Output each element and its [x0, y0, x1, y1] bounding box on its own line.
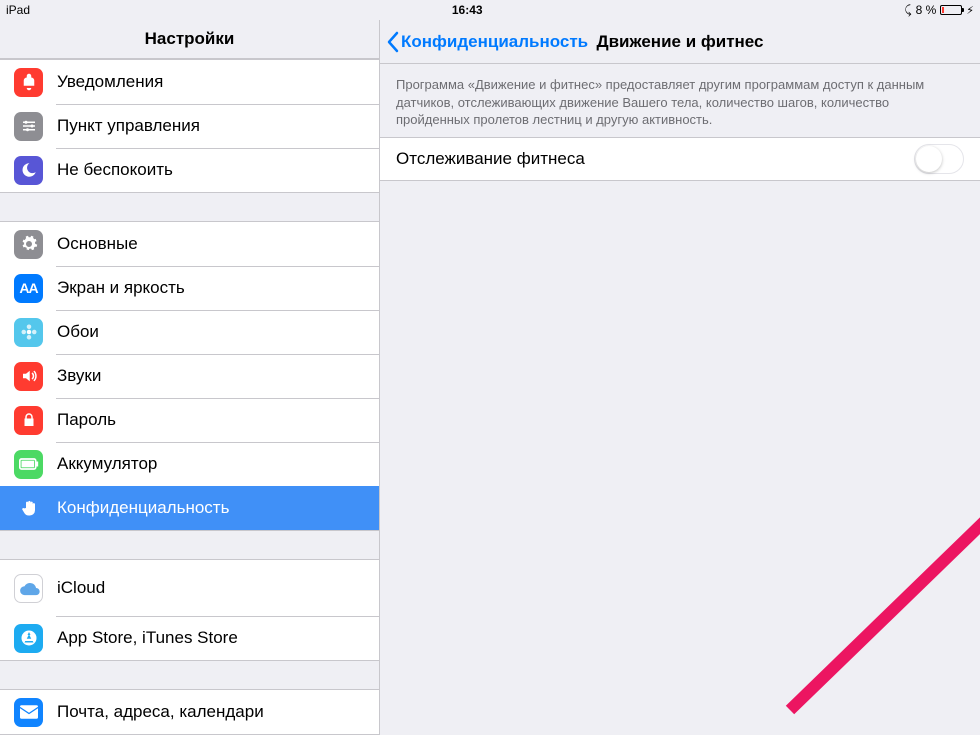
sliders-icon	[14, 112, 43, 141]
sidebar-item-notifications[interactable]: Уведомления	[0, 60, 379, 104]
toggle-knob	[916, 146, 942, 172]
annotation-arrow	[760, 190, 980, 735]
sidebar-title: Настройки	[0, 20, 379, 59]
sidebar-item-itunes[interactable]: App Store, iTunes Store	[0, 616, 379, 660]
sidebar-item-label: Основные	[57, 234, 365, 254]
sidebar-item-label: Пункт управления	[57, 116, 365, 136]
section-description: Программа «Движение и фитнес» предоставл…	[380, 64, 980, 137]
back-label: Конфиденциальность	[401, 32, 588, 52]
sidebar-item-sounds[interactable]: Звуки	[0, 354, 379, 398]
sidebar-item-label: Обои	[57, 322, 365, 342]
settings-sidebar: Настройки Уведомления Пункт управления Не …	[0, 20, 380, 735]
device-label: iPad	[6, 3, 30, 17]
hand-icon	[14, 494, 43, 523]
sidebar-item-label: Не беспокоить	[57, 160, 365, 180]
fitness-tracking-toggle[interactable]	[914, 144, 964, 174]
orientation-lock-icon: ⤹	[904, 3, 911, 18]
sidebar-item-control-center[interactable]: Пункт управления	[0, 104, 379, 148]
sidebar-item-wallpaper[interactable]: Обои	[0, 310, 379, 354]
detail-pane: Конфиденциальность Движение и фитнес Про…	[380, 20, 980, 735]
sidebar-item-label: Экран и яркость	[57, 278, 365, 298]
battery-icon	[940, 5, 962, 15]
sound-icon	[14, 362, 43, 391]
sidebar-item-label: Почта, адреса, календари	[57, 702, 365, 722]
flower-icon	[14, 318, 43, 347]
sidebar-item-label: iCloud	[57, 579, 105, 598]
detail-title: Движение и фитнес	[597, 32, 764, 52]
chevron-left-icon	[386, 31, 399, 53]
sidebar-item-label: Звуки	[57, 366, 365, 386]
fitness-tracking-label: Отслеживание фитнеса	[396, 149, 585, 169]
detail-titlebar: Конфиденциальность Движение и фитнес	[380, 20, 980, 64]
bell-icon	[14, 68, 43, 97]
aa-icon: AA	[14, 274, 43, 303]
cloud-icon	[14, 574, 43, 603]
back-button[interactable]: Конфиденциальность	[386, 20, 588, 64]
clock: 16:43	[30, 3, 904, 17]
status-right: ⤹ 8 % ⚡︎	[904, 3, 974, 18]
sidebar-item-general[interactable]: Основные	[0, 222, 379, 266]
battery-percent: 8 %	[916, 3, 937, 17]
gear-icon	[14, 230, 43, 259]
sidebar-item-label: Конфиденциальность	[57, 498, 365, 518]
sidebar-item-dnd[interactable]: Не беспокоить	[0, 148, 379, 192]
sidebar-item-label: Уведомления	[57, 72, 365, 92]
sidebar-item-privacy[interactable]: Конфиденциальность	[0, 486, 379, 530]
status-bar: iPad 16:43 ⤹ 8 % ⚡︎	[0, 0, 980, 20]
fitness-tracking-row: Отслеживание фитнеса	[380, 137, 980, 181]
moon-icon	[14, 156, 43, 185]
sidebar-item-battery[interactable]: Аккумулятор	[0, 442, 379, 486]
appstore-icon	[14, 624, 43, 653]
sidebar-item-label: App Store, iTunes Store	[57, 628, 365, 648]
charging-icon: ⚡︎	[966, 4, 974, 17]
sidebar-item-mail[interactable]: Почта, адреса, календари	[0, 690, 379, 734]
mail-icon	[14, 698, 43, 727]
sidebar-item-display[interactable]: AA Экран и яркость	[0, 266, 379, 310]
sidebar-item-icloud[interactable]: iCloud	[0, 560, 379, 616]
sidebar-title-label: Настройки	[145, 29, 235, 49]
battery-icon	[14, 450, 43, 479]
sidebar-item-label: Аккумулятор	[57, 454, 365, 474]
lock-icon	[14, 406, 43, 435]
sidebar-item-label: Пароль	[57, 410, 365, 430]
sidebar-item-passcode[interactable]: Пароль	[0, 398, 379, 442]
